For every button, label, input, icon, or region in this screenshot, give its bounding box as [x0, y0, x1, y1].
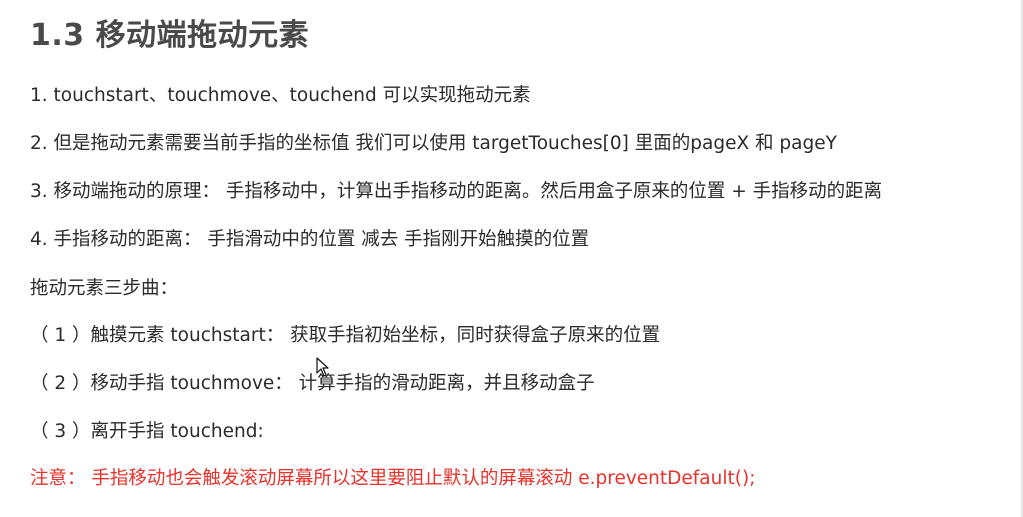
- note-line: 注意： 手指移动也会触发滚动屏幕所以这里要阻止默认的屏幕滚动 e.prevent…: [30, 468, 756, 489]
- slide: 1.3 移动端拖动元素 1. touchstart、touchmove、touc…: [0, 0, 1023, 517]
- line-4: 4. 手指移动的距离： 手指滑动中的位置 减去 手指刚开始触摸的位置: [30, 229, 590, 250]
- page-title: 1.3 移动端拖动元素: [30, 18, 310, 53]
- mouse-cursor-icon: [316, 357, 329, 377]
- line-3: 3. 移动端拖动的原理： 手指移动中，计算出手指移动的距离。然后用盒子原来的位置…: [30, 181, 883, 202]
- line-2: 2. 但是拖动元素需要当前手指的坐标值 我们可以使用 targetTouches…: [30, 133, 837, 154]
- step-1: （ 1 ）触摸元素 touchstart： 获取手指初始坐标，同时获得盒子原来的…: [30, 325, 661, 346]
- step-2: （ 2 ）移动手指 touchmove： 计算手指的滑动距离，并且移动盒子: [30, 373, 595, 394]
- line-1: 1. touchstart、touchmove、touchend 可以实现拖动元…: [30, 85, 531, 106]
- step-3: （ 3 ）离开手指 touchend:: [30, 421, 264, 442]
- steps-heading: 拖动元素三步曲：: [30, 278, 179, 299]
